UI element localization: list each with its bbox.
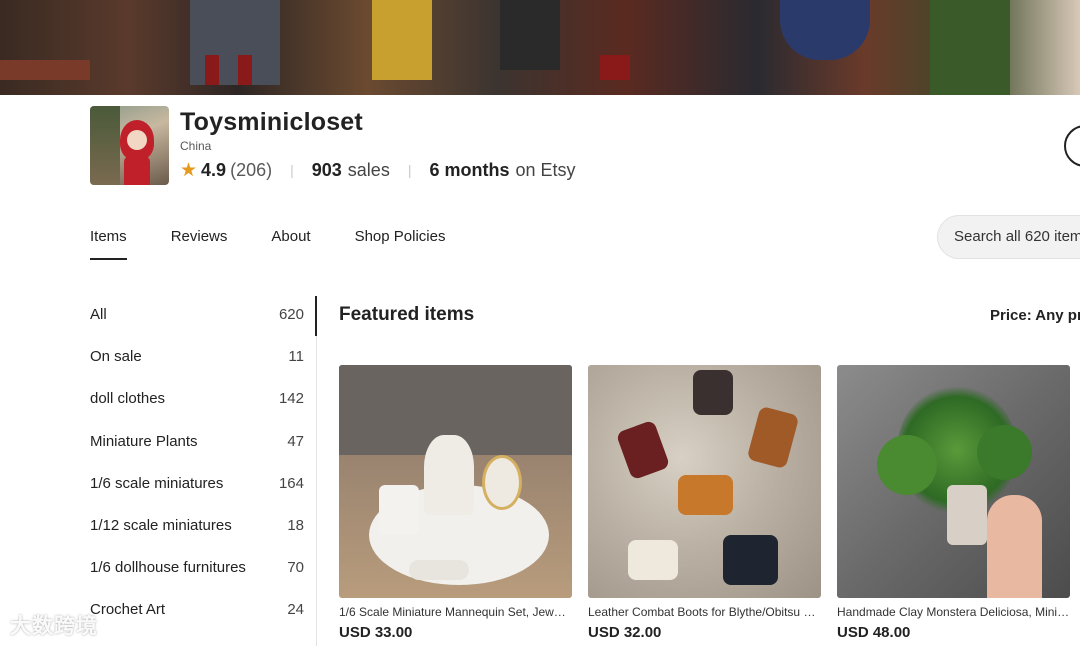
category-count: 620 [278, 306, 304, 323]
sidebar-item-1-6-scale-miniatures[interactable]: 1/6 scale miniatures 164 [90, 465, 304, 507]
shop-location: China [180, 139, 212, 153]
stats-divider: | [407, 162, 412, 178]
shop-search-input[interactable]: Search all 620 items [937, 215, 1080, 259]
product-title[interactable]: Handmade Clay Monstera Deliciosa, Miniat… [837, 605, 1070, 619]
tab-about[interactable]: About [271, 226, 310, 260]
featured-items-heading: Featured items [339, 304, 475, 325]
sidebar-divider [316, 336, 317, 646]
tab-items[interactable]: Items [90, 226, 127, 260]
sidebar-item-doll-clothes[interactable]: doll clothes 142 [90, 380, 304, 422]
sidebar-item-1-12-scale-miniatures[interactable]: 1/12 scale miniatures 18 [90, 507, 304, 549]
review-count[interactable]: (206) [230, 160, 272, 181]
category-count: 70 [287, 559, 304, 577]
shop-name: Toysminicloset [180, 108, 363, 136]
category-name: Crochet Art [90, 601, 166, 619]
category-count: 11 [288, 348, 304, 366]
shop-avatar[interactable] [90, 106, 169, 185]
category-name: All [90, 306, 107, 323]
sidebar-item-on-sale[interactable]: On sale 11 [90, 338, 304, 380]
product-image[interactable] [339, 365, 572, 598]
tab-reviews[interactable]: Reviews [171, 226, 228, 260]
stats-divider: | [290, 162, 294, 178]
category-count: 164 [278, 474, 304, 492]
category-count: 24 [287, 601, 304, 619]
category-sidebar: All 620 On sale 11 doll clothes 142 Mini… [90, 296, 304, 634]
sidebar-item-crochet-art[interactable]: Crochet Art 24 [90, 591, 304, 633]
category-name: 1/6 dollhouse furnitures [90, 559, 246, 577]
active-category-indicator [315, 296, 317, 336]
product-card[interactable]: 1/6 Scale Miniature Mannequin Set, Jewel… [339, 365, 572, 641]
tenure-label: on Etsy [515, 159, 576, 180]
follow-shop-button[interactable] [1064, 125, 1080, 167]
product-image[interactable] [837, 365, 1070, 598]
tenure-value: 6 months [429, 159, 510, 180]
shop-rating[interactable]: 4.9 [201, 160, 226, 181]
category-name: doll clothes [90, 390, 166, 408]
sidebar-item-miniature-plants[interactable]: Miniature Plants 47 [90, 423, 304, 465]
price-filter-dropdown[interactable]: Price: Any price [990, 307, 1080, 324]
category-name: 1/6 scale miniatures [90, 474, 224, 492]
sales-count: 903 [311, 159, 342, 180]
sidebar-item-all[interactable]: All 620 [90, 296, 304, 338]
category-name: 1/12 scale miniatures [90, 516, 232, 534]
watermark-logo: 大数跨境 [10, 614, 98, 638]
product-image[interactable] [588, 365, 821, 598]
tab-shop-policies[interactable]: Shop Policies [355, 226, 446, 260]
category-count: 142 [278, 390, 304, 408]
shop-banner [0, 0, 1080, 95]
product-title[interactable]: Leather Combat Boots for Blythe/Obitsu D… [588, 605, 821, 619]
product-card[interactable]: Handmade Clay Monstera Deliciosa, Miniat… [837, 365, 1070, 641]
sidebar-item-1-6-dollhouse-furnitures[interactable]: 1/6 dollhouse furnitures 70 [90, 549, 304, 591]
product-card[interactable]: Leather Combat Boots for Blythe/Obitsu D… [588, 365, 821, 641]
shop-tabs: Items Reviews About Shop Policies [90, 226, 489, 262]
sales-label: sales [347, 159, 390, 180]
category-name: Miniature Plants [90, 432, 198, 450]
category-name: On sale [90, 348, 142, 366]
star-icon: ★ [180, 159, 198, 181]
product-title[interactable]: 1/6 Scale Miniature Mannequin Set, Jewel… [339, 605, 572, 619]
category-count: 47 [287, 432, 304, 450]
product-price: USD 32.00 [588, 624, 662, 641]
shop-stats: ★ 4.9 (206) | 903 sales | 6 months on Et… [180, 158, 576, 182]
product-price: USD 48.00 [837, 624, 911, 641]
product-price: USD 33.00 [339, 624, 413, 641]
category-count: 18 [287, 516, 304, 534]
